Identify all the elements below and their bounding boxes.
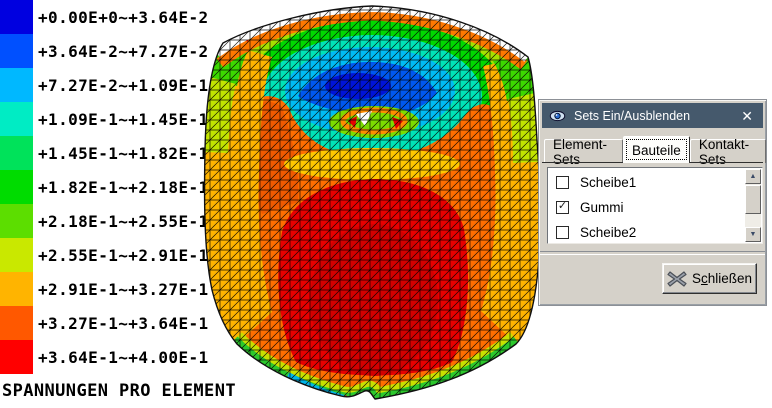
part-checkbox[interactable]: ✓ bbox=[556, 176, 569, 189]
arrow-down-icon: ▼ bbox=[749, 231, 757, 238]
part-label: Scheibe2 bbox=[580, 225, 637, 240]
mesh-grid-overlay bbox=[204, 6, 541, 399]
tab[interactable]: Bauteile bbox=[623, 136, 690, 163]
close-button[interactable]: Schließen bbox=[662, 263, 757, 294]
tab[interactable]: Element-Sets bbox=[544, 137, 624, 167]
close-button-label: Schließen bbox=[691, 271, 753, 286]
app-screen: +0.00E+0~+3.64E-2 +3.64E-2~+7.27E-2 +7.2… bbox=[0, 0, 772, 408]
part-row: ✓ Scheibe1 bbox=[548, 170, 744, 195]
scroll-down-button[interactable]: ▼ bbox=[745, 227, 761, 242]
scroll-up-button[interactable]: ▲ bbox=[745, 169, 761, 184]
part-label: Scheibe1 bbox=[580, 175, 637, 190]
part-checkbox[interactable]: ✓ bbox=[556, 226, 569, 239]
sets-dialog: Sets Ein/Ausblenden ✕ Element-Sets Baute… bbox=[538, 99, 767, 306]
parts-list: ✓ Scheibe1 ✓ Gummi ✓ bbox=[548, 170, 744, 245]
checkmark-icon: ✓ bbox=[557, 200, 568, 212]
list-scrollbar[interactable]: ▲ ▼ bbox=[745, 169, 761, 242]
part-checkbox[interactable]: ✓ bbox=[556, 201, 569, 214]
tab-strip: Element-Sets Bauteile Kontakt-Sets bbox=[544, 136, 766, 167]
parts-listbox: ✓ Scheibe1 ✓ Gummi ✓ bbox=[547, 167, 763, 244]
tab-label: Bauteile bbox=[632, 142, 681, 158]
tab[interactable]: Kontakt-Sets bbox=[689, 137, 766, 167]
scroll-thumb[interactable] bbox=[745, 185, 761, 214]
close-x-icon bbox=[667, 270, 687, 287]
part-row: ✓ Gummi bbox=[548, 195, 744, 220]
part-label: Gummi bbox=[580, 200, 624, 215]
dialog-titlebar[interactable]: Sets Ein/Ausblenden ✕ bbox=[542, 103, 763, 128]
dialog-close-icon[interactable]: ✕ bbox=[741, 109, 756, 123]
eye-icon bbox=[549, 110, 566, 121]
dialog-title: Sets Ein/Ausblenden bbox=[574, 108, 691, 123]
arrow-up-icon: ▲ bbox=[749, 173, 757, 180]
part-row: ✓ Scheibe2 bbox=[548, 220, 744, 245]
divider bbox=[540, 251, 765, 255]
